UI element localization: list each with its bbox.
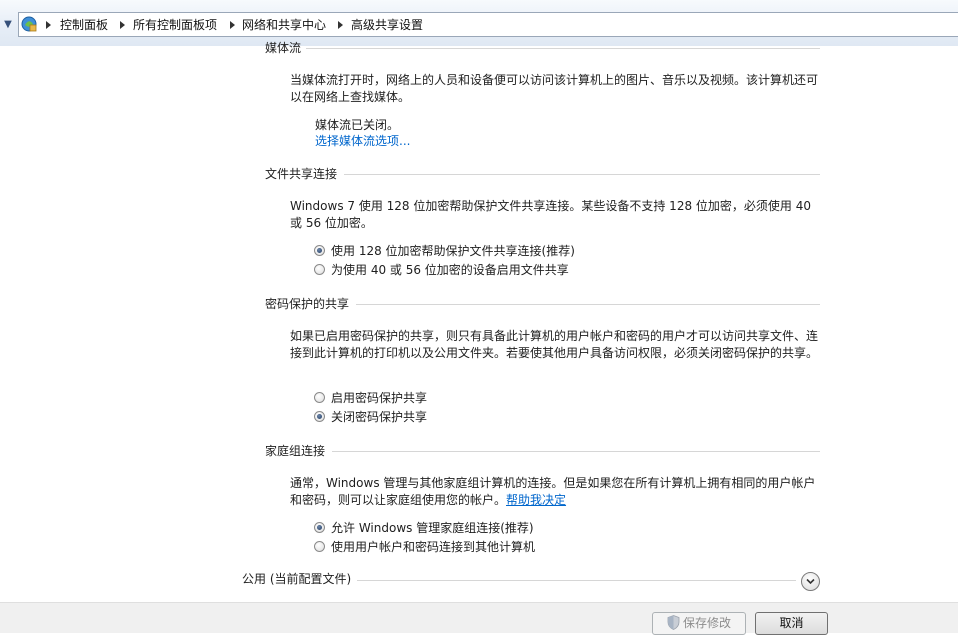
control-panel-icon (21, 16, 37, 32)
homegroup-description: 通常，Windows 管理与其他家庭组计算机的连接。但是如果您在所有计算机上拥有… (290, 475, 820, 509)
radio-button[interactable] (314, 392, 325, 403)
uac-shield-icon (667, 615, 680, 630)
media-status: 媒体流已关闭。 (315, 118, 400, 132)
password-description: 如果已启用密码保护的共享，则只有具备此计算机的用户帐户和密码的用户才可以访问共享… (290, 329, 819, 360)
section-divider (357, 580, 796, 581)
radio-label[interactable]: 关闭密码保护共享 (331, 409, 427, 425)
radio-button[interactable] (314, 411, 325, 422)
file-sharing-description: Windows 7 使用 128 位加密帮助保护文件共享连接。某些设备不支持 1… (290, 199, 811, 230)
radio-label[interactable]: 使用 128 位加密帮助保护文件共享连接(推荐) (331, 243, 575, 259)
breadcrumb-separator-icon[interactable] (120, 21, 125, 29)
section-header-file-sharing: 文件共享连接 (265, 167, 338, 181)
radio-label[interactable]: 为使用 40 或 56 位加密的设备启用文件共享 (331, 262, 569, 278)
media-options-link[interactable]: 选择媒体流选项... (315, 133, 410, 149)
media-description: 当媒体流打开时，网络上的人员和设备便可以访问该计算机上的图片、音乐以及视频。该计… (290, 73, 819, 104)
section-header-password: 密码保护的共享 (265, 297, 350, 311)
expand-section-button[interactable] (801, 572, 820, 591)
radio-label[interactable]: 使用用户帐户和密码连接到其他计算机 (331, 539, 535, 555)
footer-bar: 保存修改 取消 (0, 602, 958, 635)
breadcrumb-separator-icon[interactable] (46, 21, 51, 29)
section-divider (306, 48, 820, 49)
breadcrumb-item-advanced-sharing[interactable]: 高级共享设置 (351, 17, 423, 33)
nav-dropdown-icon[interactable]: ▼ (1, 18, 15, 32)
breadcrumb-item-control-panel[interactable]: 控制面板 (60, 17, 108, 33)
breadcrumb-separator-icon[interactable] (338, 21, 343, 29)
section-divider (332, 451, 820, 452)
section-header-public-profile[interactable]: 公用 (当前配置文件) (242, 571, 351, 587)
radio-button[interactable] (314, 245, 325, 256)
radio-label[interactable]: 允许 Windows 管理家庭组连接(推荐) (331, 520, 534, 536)
breadcrumb-item-network-center[interactable]: 网络和共享中心 (242, 17, 326, 33)
radio-button[interactable] (314, 541, 325, 552)
save-button-label: 保存修改 (682, 616, 731, 630)
breadcrumb-separator-icon[interactable] (230, 21, 235, 29)
section-divider (356, 304, 820, 305)
radio-button[interactable] (314, 264, 325, 275)
breadcrumb-item-all-items[interactable]: 所有控制面板项 (133, 17, 217, 33)
section-divider (344, 174, 820, 175)
help-me-decide-link[interactable]: 帮助我决定 (506, 493, 566, 507)
chevron-down-icon (806, 578, 815, 585)
radio-label[interactable]: 启用密码保护共享 (331, 390, 427, 406)
radio-button[interactable] (314, 522, 325, 533)
address-bar: ▼ 控制面板 所有控制面板项 网络和共享中心 高级共享设置 (0, 0, 958, 46)
section-header-media: 媒体流 (265, 41, 302, 55)
section-header-homegroup: 家庭组连接 (265, 444, 326, 458)
